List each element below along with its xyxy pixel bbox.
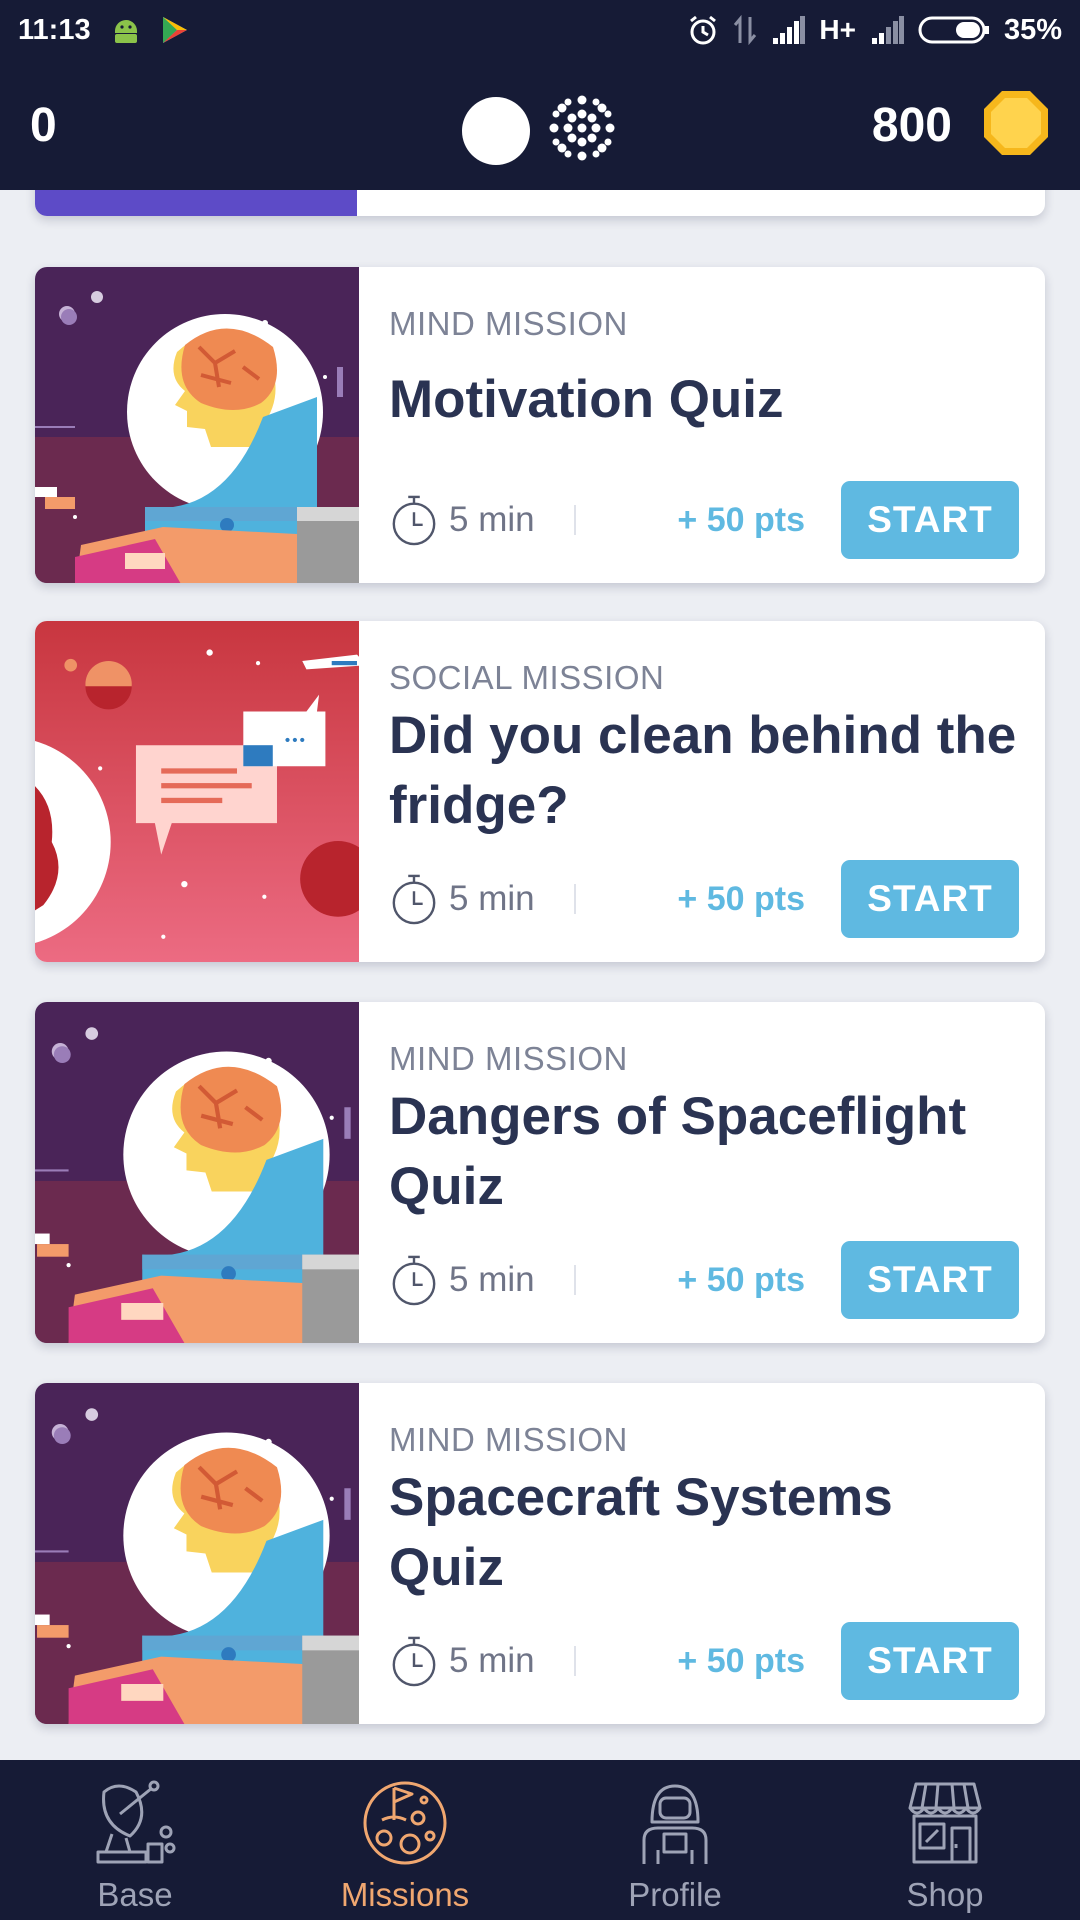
battery-icon xyxy=(918,15,990,45)
app-header: 0 800 xyxy=(0,60,1080,190)
nav-label: Shop xyxy=(906,1876,984,1913)
mission-points: + 50 pts xyxy=(677,500,805,539)
timer-icon xyxy=(392,1636,436,1687)
mission-category: MIND MISSION xyxy=(389,305,628,342)
mission-card-partial[interactable] xyxy=(35,190,1045,216)
mission-meta: 5 min + 50 pts START xyxy=(389,481,1019,559)
astronaut-brain-illustration xyxy=(35,1383,359,1724)
data-transfer-icon xyxy=(733,15,757,45)
nav-item-profile[interactable]: Profile xyxy=(540,1760,810,1920)
alarm-icon xyxy=(687,14,719,46)
duration-text: 5 min xyxy=(449,1260,535,1299)
mission-image xyxy=(35,267,359,583)
mission-meta: 5 min + 50 pts START xyxy=(389,1622,1019,1700)
astronaut-brain-illustration xyxy=(35,1002,359,1343)
mission-title: Dangers of Spaceflight Quiz xyxy=(389,1087,967,1216)
mission-title: Did you clean behind the fridge? xyxy=(389,706,1017,835)
nav-item-missions[interactable]: Missions xyxy=(270,1760,540,1920)
mission-meta: 5 min + 50 pts START xyxy=(389,1241,1019,1319)
duration-text: 5 min xyxy=(449,500,535,539)
duration-text: 5 min xyxy=(449,1641,535,1680)
start-button[interactable]: START xyxy=(841,860,1019,938)
start-button[interactable]: START xyxy=(841,481,1019,559)
coin-counter: 800 xyxy=(871,98,952,152)
mission-points: + 50 pts xyxy=(677,1260,805,1299)
network-type: H+ xyxy=(819,14,856,45)
storefront-icon xyxy=(908,1782,982,1864)
mission-card[interactable]: SOCIAL MISSION Did you clean behind the … xyxy=(35,621,1045,962)
nav-item-base[interactable]: Base xyxy=(0,1760,270,1920)
mission-duration: 5 min xyxy=(389,872,564,926)
start-button[interactable]: START xyxy=(841,1622,1019,1700)
meta-divider xyxy=(574,1646,576,1676)
meta-divider xyxy=(574,505,576,535)
mission-card[interactable]: MIND MISSION Dangers of Spaceflight Quiz… xyxy=(35,1002,1045,1343)
white-dot-icon xyxy=(462,96,530,165)
mission-image-partial xyxy=(35,190,357,216)
mission-category: MIND MISSION xyxy=(389,1421,628,1458)
satellite-dish-icon xyxy=(96,1780,176,1864)
mission-duration: 5 min xyxy=(389,1253,564,1307)
battery-percent: 35% xyxy=(1003,13,1062,46)
status-time: 11:13 xyxy=(18,13,91,46)
timer-icon xyxy=(392,1255,436,1306)
score-counter: 0 xyxy=(30,98,57,152)
mission-title: Motivation Quiz xyxy=(389,370,784,429)
duration-text: 5 min xyxy=(449,879,535,918)
mission-title: Spacecraft Systems Quiz xyxy=(389,1468,893,1597)
timer-icon xyxy=(392,874,436,925)
mission-card[interactable]: MIND MISSION Spacecraft Systems Quiz 5 m… xyxy=(35,1383,1045,1724)
signal-weak-icon xyxy=(870,16,904,44)
mission-points: + 50 pts xyxy=(677,1641,805,1680)
start-button[interactable]: START xyxy=(841,1241,1019,1319)
meta-divider xyxy=(574,1265,576,1295)
nav-label: Missions xyxy=(340,1876,470,1913)
planet-flag-icon xyxy=(363,1781,447,1865)
mission-duration: 5 min xyxy=(389,493,564,547)
nav-label: Profile xyxy=(628,1876,722,1913)
mission-category: MIND MISSION xyxy=(389,1040,628,1077)
dotted-circle-icon xyxy=(546,92,618,169)
mission-image xyxy=(35,1383,359,1724)
meta-divider xyxy=(574,884,576,914)
nav-item-shop[interactable]: Shop xyxy=(810,1760,1080,1920)
play-store-icon xyxy=(161,15,189,45)
astronaut-icon xyxy=(642,1784,708,1864)
mission-list[interactable]: MIND MISSION Motivation Quiz 5 min + 50 … xyxy=(0,190,1080,1760)
bottom-nav: Base Missions Profile Shop xyxy=(0,1760,1080,1920)
mission-category: SOCIAL MISSION xyxy=(389,659,665,696)
mission-duration: 5 min xyxy=(389,1634,564,1688)
mission-image xyxy=(35,1002,359,1343)
mission-image xyxy=(35,621,359,962)
mission-card[interactable]: MIND MISSION Motivation Quiz 5 min + 50 … xyxy=(35,267,1045,583)
header-indicators xyxy=(462,92,618,169)
signal-icon xyxy=(771,16,806,44)
android-icon xyxy=(111,15,141,45)
timer-icon xyxy=(392,495,436,546)
mission-points: + 50 pts xyxy=(677,879,805,918)
astronaut-brain-illustration xyxy=(35,267,359,583)
nav-label: Base xyxy=(97,1876,173,1913)
status-bar: 11:13 H+ 35% xyxy=(0,0,1080,60)
mission-meta: 5 min + 50 pts START xyxy=(389,860,1019,938)
coin-icon[interactable] xyxy=(982,89,1050,162)
chat-bubbles-illustration xyxy=(35,621,359,962)
